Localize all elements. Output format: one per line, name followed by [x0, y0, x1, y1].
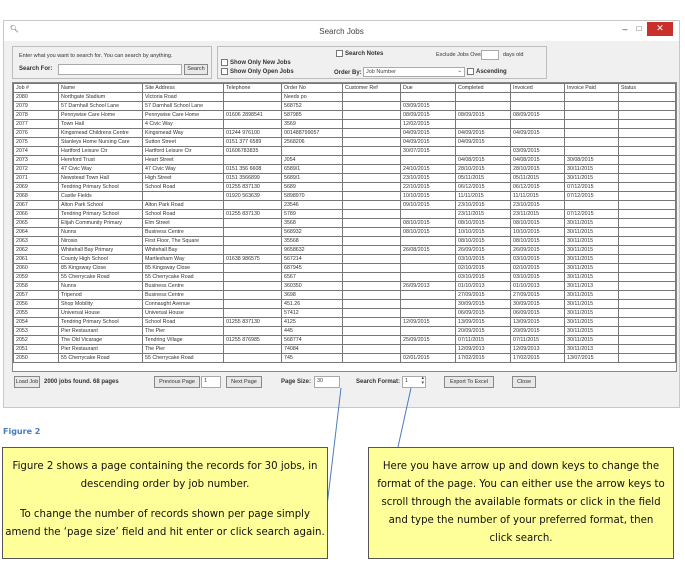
note-box-page-size: Figure 2 shows a page containing the rec… — [2, 447, 328, 559]
figure-caption: Figure 2 — [3, 427, 41, 436]
connector-page-size — [326, 387, 342, 507]
connector-search-format — [397, 387, 412, 448]
note-text: Figure 2 shows a page containing the rec… — [12, 461, 318, 490]
note-box-search-format: Here you have arrow up and down keys to … — [368, 447, 674, 559]
note-text: To change the number of records shown pe… — [5, 509, 325, 538]
note-text: Here you have arrow up and down keys to … — [377, 461, 665, 544]
